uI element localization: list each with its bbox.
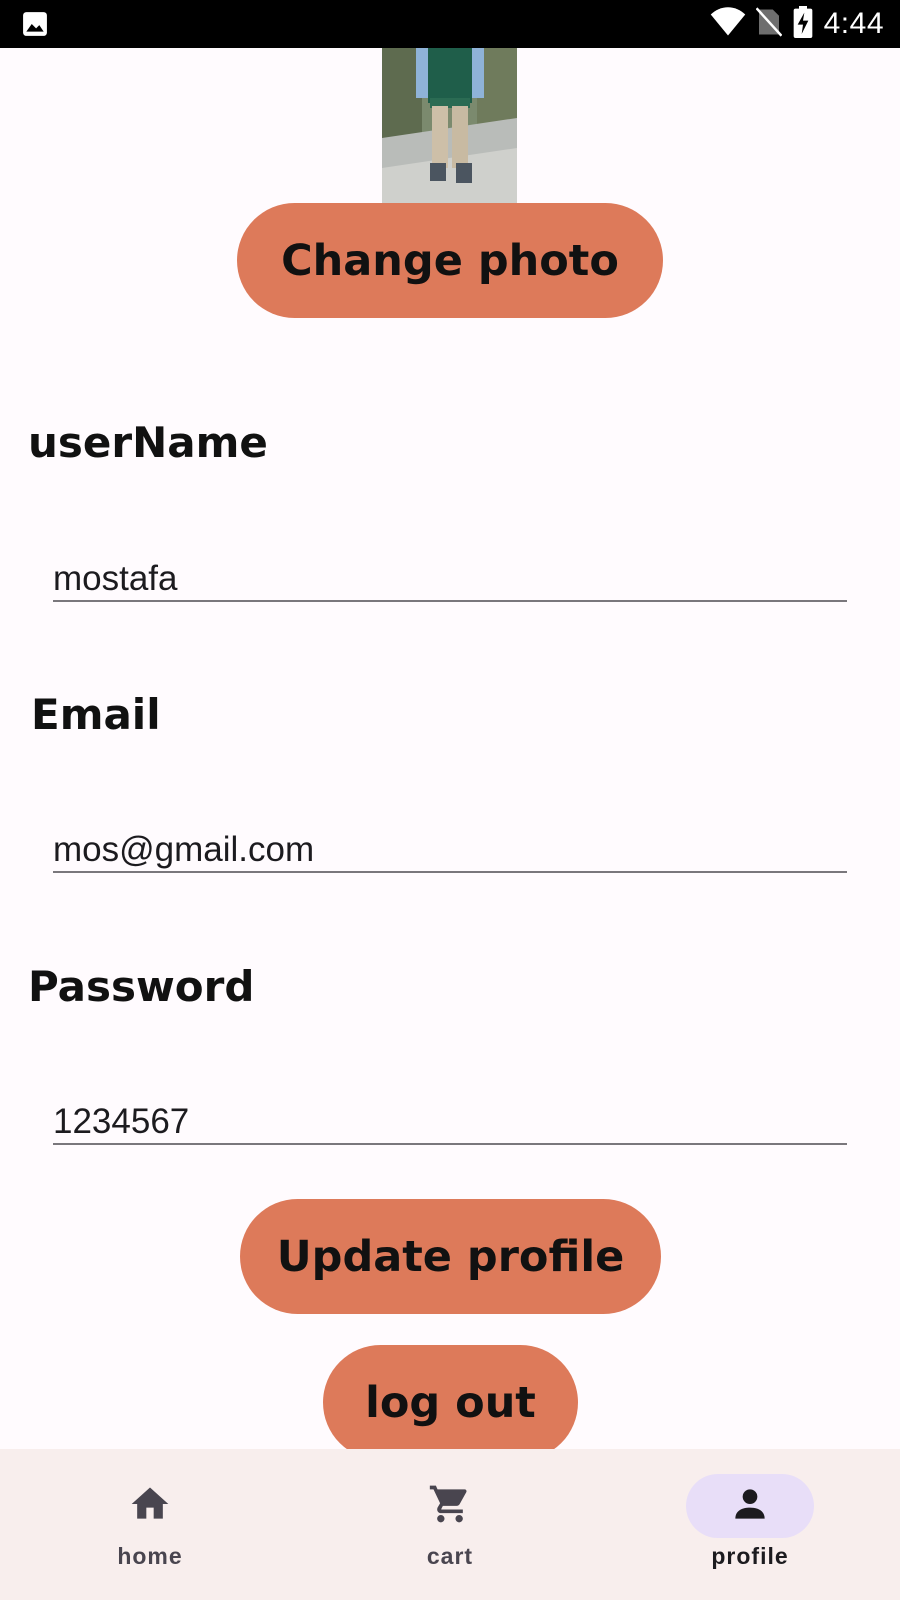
nav-item-home[interactable]: home (0, 1449, 300, 1600)
nav-icon-container (86, 1474, 214, 1538)
password-field[interactable] (53, 1101, 847, 1145)
status-icons: 4:44 (710, 5, 884, 43)
email-field[interactable] (53, 829, 847, 873)
profile-photo (382, 48, 517, 203)
status-time: 4:44 (823, 7, 884, 40)
username-label: userName (28, 418, 268, 467)
battery-charging-icon (792, 5, 814, 43)
bottom-navigation: home cart profile (0, 1449, 900, 1600)
logout-button[interactable]: log out (323, 1345, 578, 1460)
change-photo-button[interactable]: Change photo (237, 203, 663, 318)
cart-icon (428, 1482, 472, 1531)
nav-item-cart[interactable]: cart (300, 1449, 600, 1600)
nav-label-home: home (117, 1543, 183, 1569)
status-bar: 4:44 (0, 0, 900, 48)
nav-active-indicator (686, 1474, 814, 1538)
password-label: Password (28, 962, 255, 1011)
username-field[interactable] (53, 558, 847, 602)
nav-label-cart: cart (426, 1543, 474, 1569)
email-label: Email (31, 690, 161, 739)
update-profile-button[interactable]: Update profile (240, 1199, 661, 1314)
nav-item-profile[interactable]: profile (600, 1449, 900, 1600)
wifi-icon (710, 6, 746, 42)
nav-icon-container (386, 1474, 514, 1538)
no-sim-icon (755, 6, 783, 42)
person-icon (728, 1482, 772, 1531)
nav-label-profile: profile (711, 1543, 789, 1569)
home-icon (128, 1482, 172, 1531)
image-icon (22, 11, 48, 37)
